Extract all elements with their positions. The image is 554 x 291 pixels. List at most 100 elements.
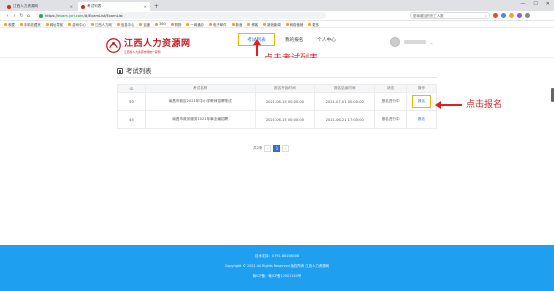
bookmark-item[interactable]: 博客 — [247, 22, 258, 27]
cell-operation: 报名 — [406, 110, 437, 129]
header-operation: 操作 — [406, 84, 437, 93]
header-id: ID — [117, 84, 146, 93]
page-number-current[interactable]: 1 — [273, 145, 281, 152]
cell-end-time: 2021-07-01 00:00:00 — [314, 92, 376, 111]
annotation-arrow-left — [435, 101, 462, 109]
footer-support: 技术支持：0791-88158008 — [254, 254, 300, 258]
extension-icon[interactable] — [517, 13, 522, 18]
bookmark-icon — [285, 22, 289, 26]
menu-icon[interactable] — [525, 13, 530, 18]
site-logo[interactable]: 江西人力资源网 江西省人力资源市场统一官网 — [106, 36, 191, 54]
bookmark-item[interactable]: 新浪 — [231, 22, 242, 27]
cell-end-time: 2021-06-21 17:00:00 — [314, 110, 376, 129]
bookmark-icon — [116, 22, 120, 26]
header-exam-name: 考试名称 — [144, 84, 256, 93]
forward-icon[interactable]: › — [11, 13, 18, 19]
chevron-down-icon: ⌄ — [430, 39, 434, 45]
bookmark-item[interactable]: 更多 — [308, 22, 319, 27]
user-menu[interactable]: ⌄ — [390, 37, 433, 47]
bookmark-item[interactable]: 收藏 — [4, 22, 15, 27]
browser-tab-2[interactable]: 考试列表 × — [78, 2, 150, 11]
bookmark-icon — [263, 22, 267, 26]
bookmark-item[interactable]: 江西人力网 — [90, 22, 112, 27]
cell-status: 报名进行中 — [374, 92, 407, 111]
home-icon[interactable]: ⌂ — [25, 13, 32, 19]
header-end-time: 报名结束时间 — [314, 84, 376, 93]
bookmark-item[interactable]: 购物 — [170, 22, 181, 27]
bookmark-icon — [170, 22, 174, 26]
secure-lock-icon — [39, 13, 43, 18]
bookmark-item[interactable]: 网络营销 — [285, 22, 303, 27]
close-window-button[interactable]: ✕ — [546, 1, 550, 7]
footer-icp: 赣ICP备：赣ICP备12001143号 — [252, 274, 302, 278]
search-icon[interactable]: ⌕ — [485, 14, 487, 18]
pagination: 共2条 ‹ 1 › — [253, 145, 290, 152]
bookmarks-bar: 收藏 手机收藏夹 网址导航 游戏中心 江西人力网 信息中心 百度 360 购物 … — [0, 21, 554, 28]
list-icon — [117, 67, 123, 74]
url-input[interactable]: https:// exam.jxrl.com /#/ExamList/ExamL… — [36, 12, 326, 19]
back-icon[interactable]: ‹ — [4, 13, 11, 19]
bookmark-icon — [68, 22, 72, 26]
site-footer: 技术支持：0791-88158008 Copyright © 2021 All … — [0, 245, 554, 291]
bookmark-icon — [186, 22, 190, 26]
new-tab-button[interactable]: + — [154, 2, 159, 11]
bookmark-icon — [155, 22, 159, 26]
user-name-blurred — [404, 40, 426, 44]
bookmark-item[interactable]: 百度 — [139, 22, 150, 27]
tab-label: 考试列表 — [87, 4, 102, 8]
extension-icon[interactable] — [509, 13, 514, 18]
cell-start-time: 2021-06-15 00:00:00 — [254, 92, 316, 111]
cell-id: 45 — [117, 110, 146, 129]
browser-tabstrip: 江西人力资源网 × 考试列表 × + — ☐ ✕ — [0, 0, 554, 11]
cell-id: 50 — [117, 92, 146, 111]
tab-label: 江西人力资源网 — [13, 4, 39, 8]
bookmark-icon — [4, 22, 7, 26]
bookmark-icon — [231, 22, 235, 26]
header-start-time: 报名开始时间 — [254, 84, 316, 93]
url-prefix: https:// — [45, 13, 58, 18]
register-button[interactable]: 报名 — [411, 95, 432, 108]
bookmark-item[interactable]: 信息中心 — [116, 22, 134, 27]
bookmark-icon — [139, 22, 143, 26]
prev-page-button[interactable]: ‹ — [264, 145, 272, 152]
cell-exam-name: 南昌市新区2021年中小学教师招聘笔试 — [144, 92, 256, 111]
bookmark-item[interactable]: 一网通办 — [186, 22, 204, 27]
nav-my-registrations[interactable]: 我的报名 — [281, 33, 307, 46]
table-header-row: ID 考试名称 报名开始时间 报名结束时间 状态 操作 — [117, 84, 437, 93]
logo-subtitle: 江西省人力资源市场统一官网 — [124, 50, 161, 54]
next-page-button[interactable]: › — [282, 145, 290, 152]
reload-icon[interactable]: ↻ — [18, 13, 25, 19]
main-content: 考试列表 ID 考试名称 报名开始时间 报名结束时间 状态 操作 50 南昌市新… — [0, 58, 554, 245]
extension-icon[interactable] — [493, 13, 498, 18]
bookmark-icon — [208, 22, 212, 26]
site-favicon-icon — [81, 4, 85, 9]
cell-exam-name: 南昌市政务服务2021年事业编招聘 — [144, 110, 256, 129]
browser-search-input[interactable]: 夏瑜增加的伤亡人数 ⌕ — [410, 12, 490, 19]
minimize-button[interactable]: — — [520, 1, 525, 7]
cell-status: 报名进行中 — [374, 110, 407, 129]
extension-icon[interactable] — [501, 13, 506, 18]
bookmark-icon — [90, 22, 94, 26]
browser-tab-1[interactable]: 江西人力资源网 × — [4, 2, 76, 11]
annotation-arrow-up — [253, 39, 261, 56]
close-tab-icon[interactable]: × — [70, 4, 73, 9]
bookmark-icon — [247, 22, 251, 26]
window-controls: — ☐ ✕ — [520, 1, 550, 7]
url-path: /#/ExamList/ExamList — [83, 13, 123, 18]
cell-start-time: 2021-06-15 00:00:00 — [254, 110, 316, 129]
bookmark-item[interactable]: 网址导航 — [45, 22, 63, 27]
bookmark-item[interactable]: 游戏中心 — [68, 22, 86, 27]
pagination-total: 共2条 — [253, 146, 263, 150]
bookmark-item[interactable]: 360 — [155, 22, 166, 26]
register-button[interactable]: 报名 — [418, 117, 425, 122]
nav-personal-center[interactable]: 个人中心 — [313, 33, 339, 46]
page-title: 考试列表 — [117, 66, 152, 75]
table-row: 50 南昌市新区2021年中小学教师招聘笔试 2021-06-15 00:00:… — [117, 92, 437, 111]
footer-copyright: Copyright © 2021 All Rights Reserved 版权所… — [224, 264, 330, 268]
bookmark-item[interactable]: 电子邮件 — [208, 22, 227, 27]
bookmark-item[interactable]: 新浪新闻 — [263, 22, 281, 27]
bookmark-item[interactable]: 手机收藏夹 — [19, 22, 41, 27]
maximize-button[interactable]: ☐ — [533, 1, 537, 7]
bookmark-icon — [45, 22, 49, 26]
close-tab-icon[interactable]: × — [144, 4, 147, 9]
